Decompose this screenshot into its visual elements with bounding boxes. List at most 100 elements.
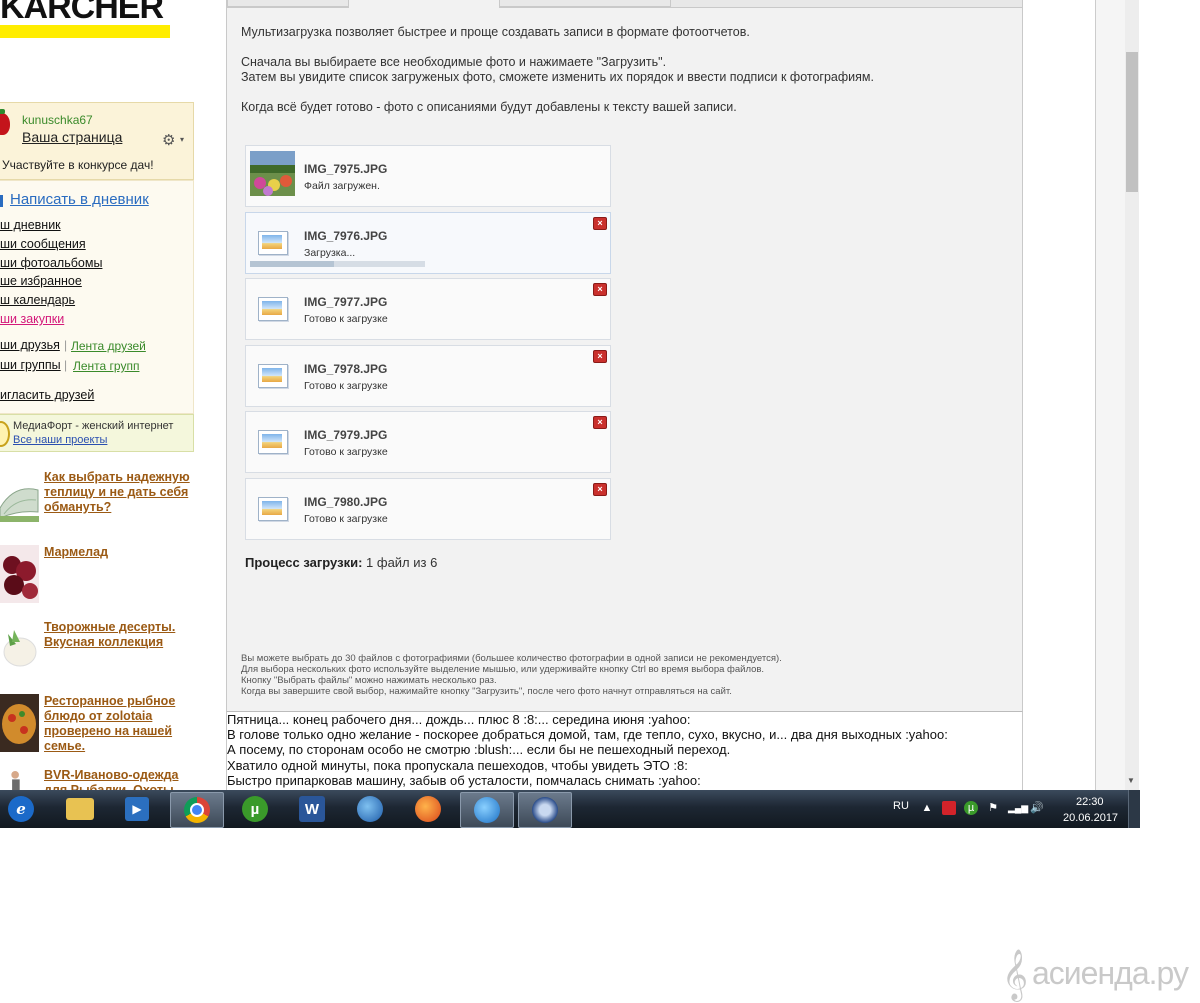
taskbar-app[interactable]: W — [285, 792, 339, 826]
delete-icon[interactable]: × — [593, 350, 607, 363]
promo-link[interactable]: Ресторанное рыбное блюдо от zolotaia про… — [44, 694, 194, 754]
note-line: Когда вы завершите свой выбор, нажимайте… — [241, 686, 732, 697]
my-page-link[interactable]: Ваша страница — [22, 129, 122, 145]
menu-item-invite[interactable]: игласить друзей — [0, 388, 94, 402]
editor-line: В голове только одно желание - поскорее … — [227, 727, 948, 743]
taskbar-app[interactable]: ▶ — [110, 792, 164, 826]
image-file-icon — [258, 430, 288, 454]
upload-file-item[interactable]: IMG_7977.JPG Готово к загрузке × — [245, 278, 611, 340]
upload-progress-bar — [250, 261, 425, 267]
clock-time[interactable]: 22:30 — [1076, 796, 1104, 808]
tab-bar — [227, 0, 1022, 8]
network-signal-icon[interactable]: ▂▄▆ — [1008, 801, 1028, 815]
gear-icon[interactable]: ⚙ — [162, 131, 175, 149]
dessert-image[interactable] — [0, 620, 39, 678]
greenhouse-image[interactable] — [0, 470, 39, 528]
menu-item-calendar[interactable]: ш календарь — [0, 293, 75, 307]
taskbar-app[interactable]: e — [0, 792, 48, 826]
marmalade-image[interactable] — [0, 545, 39, 603]
intro-line: Сначала вы выбираете все необходимые фот… — [241, 55, 667, 69]
username[interactable]: kunuschka67 — [22, 113, 93, 127]
firefox-icon — [415, 796, 441, 822]
file-status: Готово к загрузке — [304, 313, 388, 325]
diary-menu: Написать в дневник ш дневник ши сообщени… — [0, 180, 194, 414]
taskbar-app[interactable] — [401, 792, 455, 826]
tab-3[interactable] — [499, 0, 671, 7]
scrollbar-thumb[interactable] — [1126, 52, 1138, 192]
contest-link[interactable]: Участвуйте в конкурсе дач! — [2, 158, 154, 172]
intro-line: Когда всё будет готово - фото с описания… — [241, 100, 737, 114]
right-margin — [1095, 0, 1126, 790]
upload-file-item[interactable]: IMG_7976.JPG Загрузка... × — [245, 212, 611, 274]
upload-notes: Вы можете выбрать до 30 файлов с фотогра… — [241, 653, 782, 697]
menu-item-groups[interactable]: ши группы — [0, 358, 61, 372]
file-status: Готово к загрузке — [304, 513, 388, 525]
all-projects-link[interactable]: Все наши проекты — [13, 434, 107, 446]
file-name: IMG_7977.JPG — [304, 295, 388, 309]
editor-line: А посему, по сторонам особо не смотрю :b… — [227, 742, 731, 758]
groups-feed-link[interactable]: Лента групп — [73, 359, 139, 373]
media-player-icon: ▶ — [125, 797, 149, 821]
chevron-down-icon[interactable]: ▾ — [180, 135, 184, 144]
upload-file-item[interactable]: IMG_7980.JPG Готово к загрузке × — [245, 478, 611, 540]
watermark-text: асиенда.ру — [1032, 955, 1189, 991]
taskbar-app[interactable]: µ — [228, 792, 282, 826]
tab-1[interactable] — [227, 0, 349, 7]
note-line: Кнопку "Выбрать файлы" можно нажимать не… — [241, 675, 497, 686]
taskbar-app[interactable] — [343, 792, 397, 826]
menu-item-diary[interactable]: ш дневник — [0, 218, 61, 232]
delete-icon[interactable]: × — [593, 483, 607, 496]
person-image[interactable] — [0, 768, 39, 790]
process-label: Процесс загрузки: — [245, 555, 363, 570]
delete-icon[interactable]: × — [593, 283, 607, 296]
volume-icon[interactable]: 🔊 — [1030, 801, 1044, 815]
antivirus-tray-icon[interactable] — [942, 801, 956, 815]
file-name: IMG_7976.JPG — [304, 229, 388, 243]
file-name: IMG_7975.JPG — [304, 162, 388, 176]
friends-feed-link[interactable]: Лента друзей — [71, 339, 146, 353]
photo-thumbnail[interactable] — [250, 151, 295, 196]
show-desktop-button[interactable] — [1128, 790, 1140, 828]
upload-file-item[interactable]: IMG_7978.JPG Готово к загрузке × — [245, 345, 611, 407]
delete-icon[interactable]: × — [593, 416, 607, 429]
karcher-logo[interactable]: KARCHER — [0, 0, 172, 40]
tray-expand-icon[interactable]: ▲ — [920, 801, 934, 815]
delete-icon[interactable]: × — [593, 217, 607, 230]
promo-link[interactable]: Мармелад — [44, 545, 194, 560]
utorrent-icon: µ — [242, 796, 268, 822]
note-line: Вы можете выбрать до 30 файлов с фотогра… — [241, 653, 782, 664]
file-name: IMG_7979.JPG — [304, 428, 388, 442]
menu-item-friends[interactable]: ши друзья — [0, 338, 60, 352]
fish-dish-image[interactable] — [0, 694, 39, 752]
promo-link[interactable]: Как выбрать надежную теплицу и не дать с… — [44, 470, 194, 515]
upload-file-item[interactable]: IMG_7975.JPG Файл загружен. — [245, 145, 611, 207]
file-name: IMG_7978.JPG — [304, 362, 388, 376]
tab-multiupload[interactable] — [348, 0, 500, 8]
editor-line: Пятница... конец рабочего дня... дождь..… — [227, 712, 691, 727]
promo-link[interactable]: Творожные десерты. Вкусная коллекция — [44, 620, 194, 650]
utorrent-tray-icon[interactable]: µ — [964, 801, 978, 815]
mediafort-icon — [0, 421, 10, 447]
upload-file-item[interactable]: IMG_7979.JPG Готово к загрузке × — [245, 411, 611, 473]
action-center-flag-icon[interactable]: ⚑ — [986, 801, 1000, 815]
globe-icon — [357, 796, 383, 822]
strawberry-avatar-icon — [0, 109, 10, 135]
taskbar-app[interactable] — [53, 792, 107, 826]
explorer-icon — [66, 798, 94, 820]
taskbar-app[interactable] — [170, 792, 224, 828]
write-diary-link[interactable]: Написать в дневник — [10, 191, 149, 208]
language-indicator[interactable]: RU — [893, 800, 909, 812]
menu-item-favorites[interactable]: ше избранное — [0, 274, 82, 288]
menu-item-albums[interactable]: ши фотоальбомы — [0, 256, 102, 270]
taskbar-app[interactable] — [460, 792, 514, 828]
image-file-icon — [258, 497, 288, 521]
post-text-editor[interactable]: Пятница... конец рабочего дня... дождь..… — [226, 711, 1023, 792]
process-value: 1 файл из 6 — [366, 555, 438, 570]
clock-date[interactable]: 20.06.2017 — [1063, 812, 1118, 824]
file-status: Готово к загрузке — [304, 380, 388, 392]
taskbar-app[interactable] — [518, 792, 572, 828]
logo-text: KARCHER — [0, 0, 164, 26]
scroll-down-arrow-icon[interactable]: ▼ — [1127, 776, 1135, 785]
menu-item-messages[interactable]: ши сообщения — [0, 237, 86, 251]
menu-item-purchases[interactable]: ши закупки — [0, 312, 64, 326]
